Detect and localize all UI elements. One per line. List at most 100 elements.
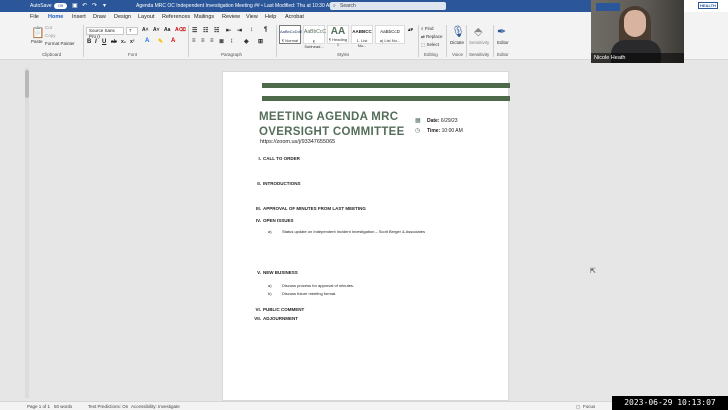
tab-view[interactable]: View [246,14,258,20]
paste-icon[interactable]: 📋 [31,26,45,39]
select-button[interactable]: ⬚ Select [421,42,439,48]
copy-button[interactable]: Copy [45,33,56,38]
grow-font-icon[interactable]: A˄ [142,27,149,33]
cut-button[interactable]: Cut [45,25,52,30]
document-page[interactable]: MEETING AGENDA MRC OVERSIGHT COMMITTEE ▦… [222,71,510,401]
undo-icon[interactable]: ↶ [82,2,87,9]
show-marks-icon[interactable]: ¶ [264,27,267,33]
decrease-indent-icon[interactable]: ⇤ [226,27,231,34]
customize-qa-icon[interactable]: ▾ [103,2,106,9]
header-rule [262,83,510,88]
separator [83,25,84,57]
tab-file[interactable]: File [30,14,39,20]
participant-name: Nicole Heath [591,53,684,63]
font-group-label: Font [128,52,138,57]
tab-layout[interactable]: Layout [138,14,155,20]
agenda-item: VI. PUBLIC COMMENT [253,307,304,312]
focus-button[interactable]: Focus [583,404,595,409]
tab-design[interactable]: Design [114,14,131,20]
sub-letter: b) [268,291,272,296]
accessibility-status[interactable]: Accessibility: Investigate [131,404,180,409]
shrink-font-icon[interactable]: A˅ [153,27,160,33]
tab-acrobat[interactable]: Acrobat [285,14,304,20]
recording-timestamp: 2023-06-29 10:13:07 [612,396,728,410]
style-subheading[interactable]: AaBbCcC ¶ Subhead... [303,25,326,49]
line-spacing-icon[interactable]: ↨ [230,38,233,44]
align-right-icon[interactable]: ≡ [210,38,214,44]
style-list-number[interactable]: AABBCC 1. List Nu... [351,25,373,48]
autosave-toggle[interactable]: Off [54,2,67,9]
numbering-icon[interactable]: ☷ [203,27,208,34]
zoom-link[interactable]: https://zoom.us/j/93347655065 [260,139,335,145]
scroll-thumb[interactable] [25,70,29,98]
change-case-icon[interactable]: Aa [164,27,170,33]
font-size-select[interactable]: 7 [126,27,138,35]
align-center-icon[interactable]: ≡ [201,38,205,44]
vertical-scrollbar[interactable] [25,68,29,398]
editor-button[interactable]: Editor [497,40,509,45]
page-count[interactable]: Page 1 of 1 [27,404,50,409]
tab-draw[interactable]: Draw [93,14,106,20]
styles-group-label: Styles [337,52,350,57]
styles-scroll-icon[interactable]: ▴▾ [408,27,413,33]
agenda-number: II. [257,181,261,186]
agenda-item: I. CALL TO ORDER [253,156,299,161]
bold-button[interactable]: B [87,39,91,45]
style-sample: AaBbCcC [304,29,326,35]
justify-icon[interactable]: ≣ [219,38,224,45]
borders-icon[interactable]: ⊞ [258,38,263,45]
text-predictions[interactable]: Text Predictions: On [88,404,128,409]
tab-home[interactable]: Home [48,14,64,23]
sort-icon[interactable]: ↕ [250,27,253,33]
microphone-icon[interactable]: 🎙 [451,25,465,38]
sensitivity-button[interactable]: Sensitivity [469,40,489,45]
tab-references[interactable]: References [162,14,190,20]
replace-button[interactable]: ⇄ Replace [421,34,443,40]
time-label: Time: [427,128,441,134]
superscript-button[interactable]: x² [130,39,134,45]
date-value: 6/29/23 [440,118,458,124]
style-normal[interactable]: AaBbCcDdE ¶ Normal [279,25,302,44]
strikethrough-button[interactable]: ab [111,39,117,45]
style-heading-1[interactable]: AA ¶ Heading 1 [327,25,349,47]
separator [188,25,189,57]
sensitivity-icon[interactable]: ⬘ [474,25,482,38]
subscript-button[interactable]: x₂ [121,39,126,45]
style-list-number-2[interactable]: AaBbCcD a) List Nu... [375,25,405,44]
underline-button[interactable]: U [102,39,106,45]
style-sample: AABBCC [352,29,372,34]
date-row: Date: 6/29/23 [427,118,458,124]
italic-button[interactable]: I [95,39,97,45]
font-name-select[interactable]: Source Sans Pro (I [86,27,124,39]
tab-help[interactable]: Help [265,14,276,20]
agenda-item: VII. ADJOURNMENT [253,316,298,321]
format-painter-button[interactable]: Format Painter [45,41,75,46]
word-count[interactable]: 50 words [54,404,72,409]
sub-item: a) Discuss process for approval of minute… [268,283,354,288]
text-effects-icon[interactable]: A [145,38,149,44]
find-label: Find [424,26,434,31]
style-name: 1. List Nu... [356,38,368,48]
clipboard-group-label: Clipboard [42,52,62,57]
clear-formatting-icon[interactable]: A⌫ [175,27,186,33]
dictate-button[interactable]: Dictate [450,40,464,45]
tab-mailings[interactable]: Mailings [194,14,214,20]
find-button[interactable]: ⌕ Find [421,26,434,31]
bullets-icon[interactable]: ☰ [192,27,197,34]
font-color-icon[interactable]: A [171,38,175,44]
style-name: ¶ Heading 1 [328,37,348,47]
editor-icon[interactable]: ✒ [497,25,506,38]
multilevel-list-icon[interactable]: ☵ [214,27,219,34]
search-input[interactable]: ⌕ Search [330,2,446,10]
align-left-icon[interactable]: ≡ [192,38,196,44]
increase-indent-icon[interactable]: ⇥ [237,27,242,34]
save-icon[interactable]: ▣ [72,2,78,9]
tab-review[interactable]: Review [222,14,240,20]
shading-icon[interactable]: ◈ [244,38,249,45]
highlight-icon[interactable]: ✎ [158,38,163,45]
paste-label[interactable]: Paste [31,39,43,44]
tab-insert[interactable]: Insert [72,14,86,20]
redo-icon[interactable]: ↷ [92,2,97,9]
focus-icon[interactable]: ▢ [576,404,580,410]
sub-item: b) Discuss future meeting format. [268,291,336,296]
